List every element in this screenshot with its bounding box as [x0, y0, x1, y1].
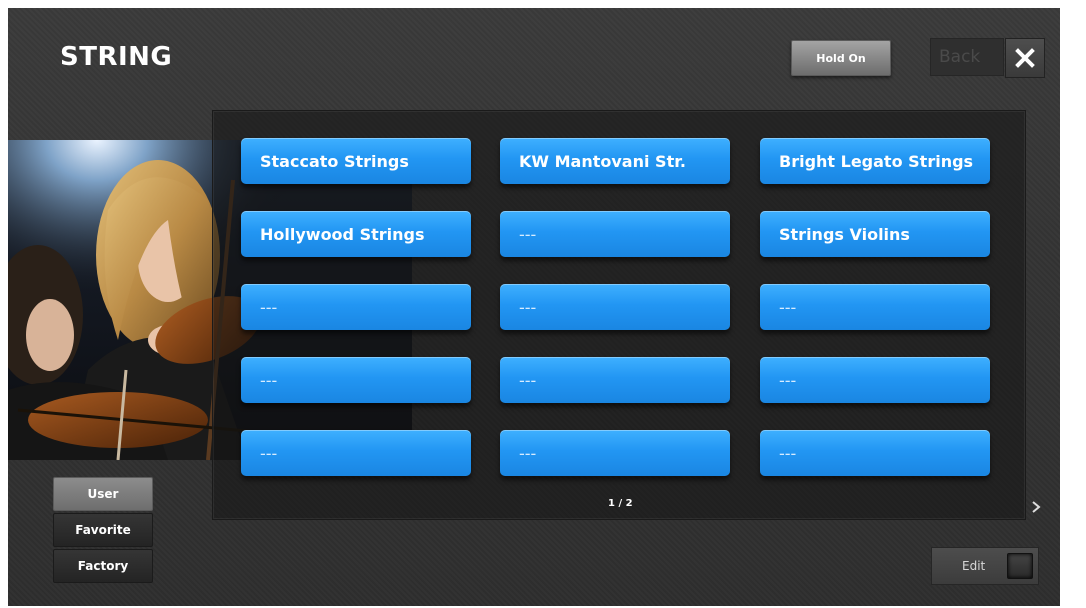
- close-icon: [1015, 48, 1035, 68]
- hold-on-button[interactable]: Hold On: [791, 40, 891, 76]
- edit-label: Edit: [962, 559, 986, 573]
- sound-button[interactable]: ---: [241, 430, 471, 476]
- sound-button[interactable]: ---: [500, 357, 730, 403]
- sound-button[interactable]: Strings Violins: [760, 211, 990, 257]
- next-page-icon: [1032, 501, 1041, 513]
- page-title: STRING: [60, 42, 173, 72]
- sound-button[interactable]: Staccato Strings: [241, 138, 471, 184]
- edit-button[interactable]: Edit: [931, 547, 1039, 585]
- next-page-button[interactable]: [1031, 501, 1041, 517]
- close-button[interactable]: [1005, 38, 1045, 78]
- sound-button[interactable]: ---: [760, 430, 990, 476]
- sound-button[interactable]: ---: [500, 211, 730, 257]
- sound-button[interactable]: Hollywood Strings: [241, 211, 471, 257]
- sound-button[interactable]: ---: [241, 357, 471, 403]
- back-button[interactable]: Back: [930, 38, 1004, 76]
- sound-button[interactable]: ---: [760, 357, 990, 403]
- sound-button[interactable]: ---: [760, 284, 990, 330]
- edit-led-indicator: [1007, 553, 1033, 579]
- category-factory-button[interactable]: Factory: [53, 549, 153, 583]
- sound-button[interactable]: ---: [500, 284, 730, 330]
- page-indicator: 1 / 2: [608, 498, 633, 509]
- sound-button[interactable]: KW Mantovani Str.: [500, 138, 730, 184]
- sound-button[interactable]: ---: [500, 430, 730, 476]
- sound-selection-screen: STRING Hold On Back 1 / 2 User Favorite …: [8, 8, 1060, 606]
- sound-button[interactable]: Bright Legato Strings: [760, 138, 990, 184]
- category-user-button[interactable]: User: [53, 477, 153, 511]
- category-favorite-button[interactable]: Favorite: [53, 513, 153, 547]
- sound-button[interactable]: ---: [241, 284, 471, 330]
